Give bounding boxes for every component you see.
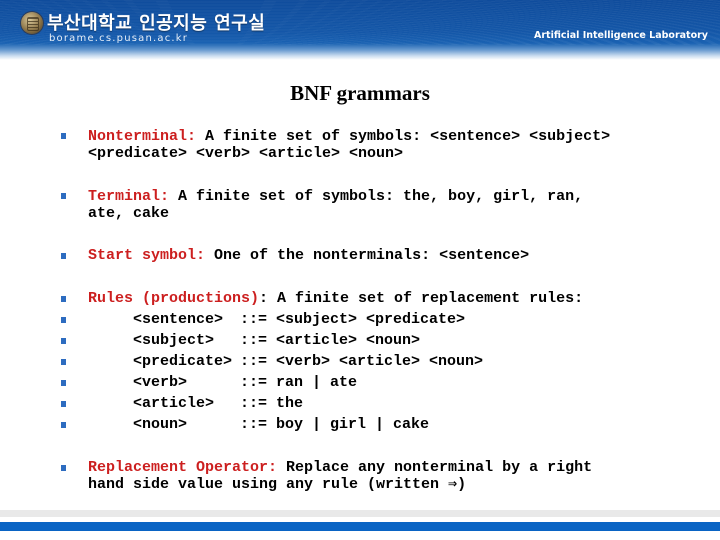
- bullet-icon: [61, 193, 66, 199]
- keyword-terminal: Terminal:: [88, 188, 170, 205]
- keyword-rules: Rules (productions): [88, 290, 260, 307]
- bullet-icon: [61, 133, 66, 139]
- bullet-terminal-line1: Terminal: A finite set of symbols: the, …: [88, 188, 583, 205]
- rule-operator: ::=: [240, 332, 268, 349]
- bullet-text: Replace any nonterminal by a right: [277, 459, 593, 476]
- keyword-replacement-operator: Replacement Operator:: [88, 459, 278, 476]
- rule-rhs: <verb> <article> <noun>: [276, 353, 484, 370]
- bullet-icon: [61, 465, 66, 471]
- slide-content: Nonterminal: A finite set of symbols: <s…: [0, 0, 720, 540]
- rule-operator: ::=: [240, 311, 268, 328]
- bullet-replacement-line1: Replacement Operator: Replace any nonter…: [88, 459, 592, 476]
- bullet-icon: [61, 317, 66, 323]
- rule-operator: ::=: [240, 416, 268, 433]
- bullet-replacement-line2: hand side value using any rule (written …: [88, 476, 467, 493]
- bullet-icon: [61, 338, 66, 344]
- bullet-icon: [61, 380, 66, 386]
- bullet-terminal-line2: ate, cake: [88, 205, 170, 222]
- rule-operator: ::=: [240, 353, 268, 370]
- rule-lhs: <predicate>: [133, 353, 233, 370]
- bullet-text: One of the nonterminals: <sentence>: [205, 247, 530, 264]
- rule-lhs: <subject>: [133, 332, 215, 349]
- rule-rhs: the: [276, 395, 304, 412]
- rule-rhs: <article> <noun>: [276, 332, 421, 349]
- rule-lhs: <verb>: [133, 374, 188, 391]
- bullet-nonterminal-line2: <predicate> <verb> <article> <noun>: [88, 145, 404, 162]
- rule-rhs: ran | ate: [276, 374, 358, 391]
- bullet-text: A finite set of symbols: the, boy, girl,…: [169, 188, 584, 205]
- bullet-icon: [61, 401, 66, 407]
- bullet-nonterminal-line1: Nonterminal: A finite set of symbols: <s…: [88, 128, 610, 145]
- rule-lhs: <sentence>: [133, 311, 224, 328]
- bullet-rules: Rules (productions): A finite set of rep…: [88, 290, 583, 307]
- rule-rhs: boy | girl | cake: [276, 416, 430, 433]
- bullet-icon: [61, 422, 66, 428]
- rule-lhs: <article>: [133, 395, 215, 412]
- bullet-text: : A finite set of replacement rules:: [259, 290, 584, 307]
- bullet-start-symbol: Start symbol: One of the nonterminals: <…: [88, 247, 529, 264]
- rule-lhs: <noun>: [133, 416, 188, 433]
- rule-operator: ::=: [240, 374, 268, 391]
- bullet-icon: [61, 253, 66, 259]
- bullet-icon: [61, 296, 66, 302]
- footer-blue-bar: [0, 522, 720, 531]
- bullet-text: A finite set of symbols: <sentence> <sub…: [196, 128, 611, 145]
- rule-rhs: <subject> <predicate>: [276, 311, 466, 328]
- rule-operator: ::=: [240, 395, 268, 412]
- keyword-nonterminal: Nonterminal:: [88, 128, 197, 145]
- bullet-icon: [61, 359, 66, 365]
- footer-gray-bar: [0, 510, 720, 517]
- keyword-start-symbol: Start symbol:: [88, 247, 206, 264]
